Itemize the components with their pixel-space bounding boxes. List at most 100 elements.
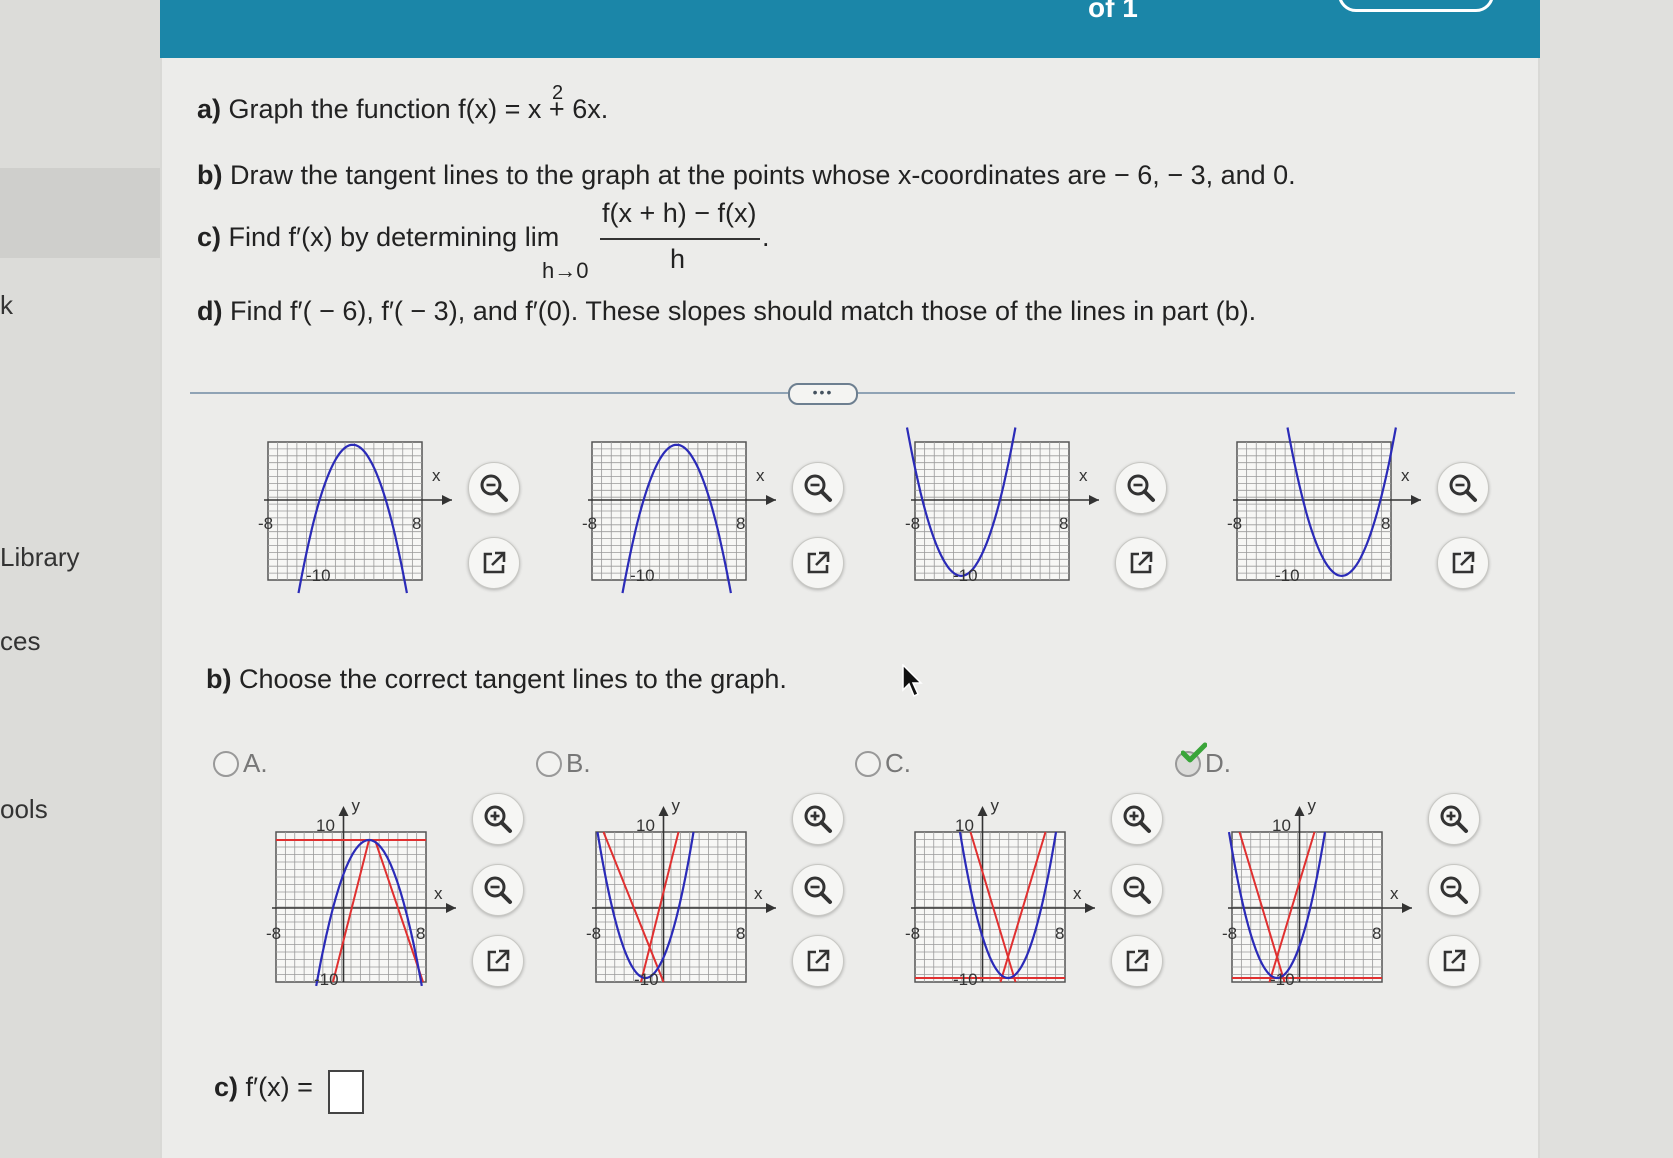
- y-max-label: 10: [1272, 816, 1291, 835]
- x-axis-label: x: [1073, 884, 1082, 903]
- correct-check-icon: [1180, 742, 1208, 769]
- option-3-plot: [911, 806, 1095, 983]
- part-a-graph-1-plot: [264, 441, 452, 594]
- zoom-out-icon: [484, 876, 512, 904]
- zoom-in-button[interactable]: [792, 793, 844, 845]
- y-max-label: 10: [316, 816, 335, 835]
- zoom-in-button[interactable]: [472, 793, 524, 845]
- x-min-label: -8: [266, 924, 282, 943]
- exponent: 2: [552, 82, 564, 104]
- y-min-label: -10: [1270, 970, 1295, 989]
- option-1-graph[interactable]: [272, 806, 456, 987]
- open-graph-button[interactable]: [472, 935, 524, 987]
- sidebar-item-library[interactable]: Library: [0, 542, 79, 573]
- sidebar-item-k[interactable]: k: [0, 290, 13, 321]
- external-link-icon: [1126, 949, 1149, 972]
- y-axis-label: y: [671, 796, 681, 815]
- sidebar-item-tools[interactable]: ools: [0, 794, 48, 825]
- y-min-label: -10: [630, 566, 655, 585]
- y-min-label: -10: [634, 970, 659, 989]
- zoom-out-button[interactable]: [472, 864, 524, 916]
- open-graph-button[interactable]: [1437, 537, 1489, 589]
- zoom-in-icon: [484, 805, 512, 833]
- zoom-out-button[interactable]: [468, 462, 520, 514]
- zoom-out-button[interactable]: [1437, 462, 1489, 514]
- x-max-label: 8: [412, 514, 422, 533]
- open-graph-button[interactable]: [792, 537, 844, 589]
- expand-button[interactable]: •••: [788, 383, 858, 405]
- open-graph-button[interactable]: [468, 537, 520, 589]
- option-4-letter: D.: [1205, 748, 1231, 778]
- x-axis-label: x: [754, 884, 763, 903]
- external-link-icon: [1130, 551, 1153, 574]
- x-axis-label: x: [1079, 466, 1088, 485]
- option-2-plot: [592, 806, 776, 983]
- x-min-label: -8: [905, 924, 921, 943]
- part-a-graph-1[interactable]: [264, 441, 452, 594]
- zoom-out-icon: [1127, 474, 1155, 502]
- part-a-graph-2[interactable]: [588, 441, 776, 594]
- top-bar: of 1: [160, 0, 1540, 58]
- y-min-label: -10: [314, 970, 339, 989]
- x-max-label: 8: [416, 924, 426, 943]
- fraction-denominator: h: [670, 244, 686, 274]
- zoom-in-icon: [804, 805, 832, 833]
- zoom-in-button[interactable]: [1428, 793, 1480, 845]
- zoom-out-icon: [1449, 474, 1477, 502]
- fraction-period: .: [762, 222, 770, 252]
- zoom-out-button[interactable]: [1115, 462, 1167, 514]
- zoom-out-icon: [804, 876, 832, 904]
- open-graph-button[interactable]: [1428, 935, 1480, 987]
- zoom-in-icon: [1440, 805, 1468, 833]
- zoom-out-button[interactable]: [792, 864, 844, 916]
- external-link-icon: [487, 949, 510, 972]
- option-1-radio[interactable]: [213, 751, 239, 777]
- zoom-out-button[interactable]: [1428, 864, 1480, 916]
- option-3-graph[interactable]: [911, 806, 1095, 983]
- x-min-label: -8: [1222, 924, 1238, 943]
- x-min-label: -8: [258, 514, 274, 533]
- x-axis-label: x: [1401, 466, 1410, 485]
- derivative-answer-input[interactable]: [328, 1070, 364, 1114]
- part-a-graph-4[interactable]: [1233, 427, 1421, 581]
- option-2-letter: B.: [566, 748, 591, 778]
- fraction-numerator: f(x + h) − f(x): [602, 198, 757, 228]
- option-3-radio[interactable]: [855, 751, 881, 777]
- option-4-plot: [1227, 806, 1412, 983]
- option-1-plot: [272, 806, 456, 987]
- open-graph-button[interactable]: [1115, 537, 1167, 589]
- nav-pill-button[interactable]: [1338, 0, 1494, 12]
- x-min-label: -8: [586, 924, 602, 943]
- zoom-out-icon: [804, 474, 832, 502]
- option-1-letter: A.: [243, 748, 268, 778]
- external-link-icon: [1452, 551, 1475, 574]
- x-max-label: 8: [736, 924, 746, 943]
- x-min-label: -8: [905, 514, 921, 533]
- zoom-in-button[interactable]: [1111, 793, 1163, 845]
- part-a-graph-3[interactable]: [905, 427, 1099, 581]
- x-axis-label: x: [1390, 884, 1399, 903]
- zoom-in-icon: [1123, 805, 1151, 833]
- part-a-graph-3-plot: [905, 427, 1099, 581]
- open-graph-button[interactable]: [1111, 935, 1163, 987]
- part-a-graph-4-plot: [1233, 427, 1421, 581]
- limit-subscript: h→0: [542, 258, 589, 283]
- sidebar-item-resources[interactable]: ces: [0, 626, 40, 657]
- part-b-prompt: b) Choose the correct tangent lines to t…: [206, 664, 787, 694]
- question-a: a) Graph the function f(x) = x + 6x.: [197, 94, 609, 124]
- x-max-label: 8: [1372, 924, 1382, 943]
- zoom-out-icon: [1440, 876, 1468, 904]
- zoom-out-button[interactable]: [1111, 864, 1163, 916]
- option-2-graph[interactable]: [592, 806, 776, 983]
- option-2-radio[interactable]: [536, 751, 562, 777]
- x-max-label: 8: [1055, 924, 1065, 943]
- part-a-graph-2-plot: [588, 441, 776, 594]
- open-graph-button[interactable]: [792, 935, 844, 987]
- x-axis-label: x: [756, 466, 765, 485]
- option-4-graph[interactable]: [1227, 806, 1412, 983]
- zoom-out-button[interactable]: [792, 462, 844, 514]
- y-axis-label: y: [1307, 796, 1317, 815]
- sidebar-highlight: [0, 168, 160, 258]
- y-max-label: 10: [636, 816, 655, 835]
- x-min-label: -8: [582, 514, 598, 533]
